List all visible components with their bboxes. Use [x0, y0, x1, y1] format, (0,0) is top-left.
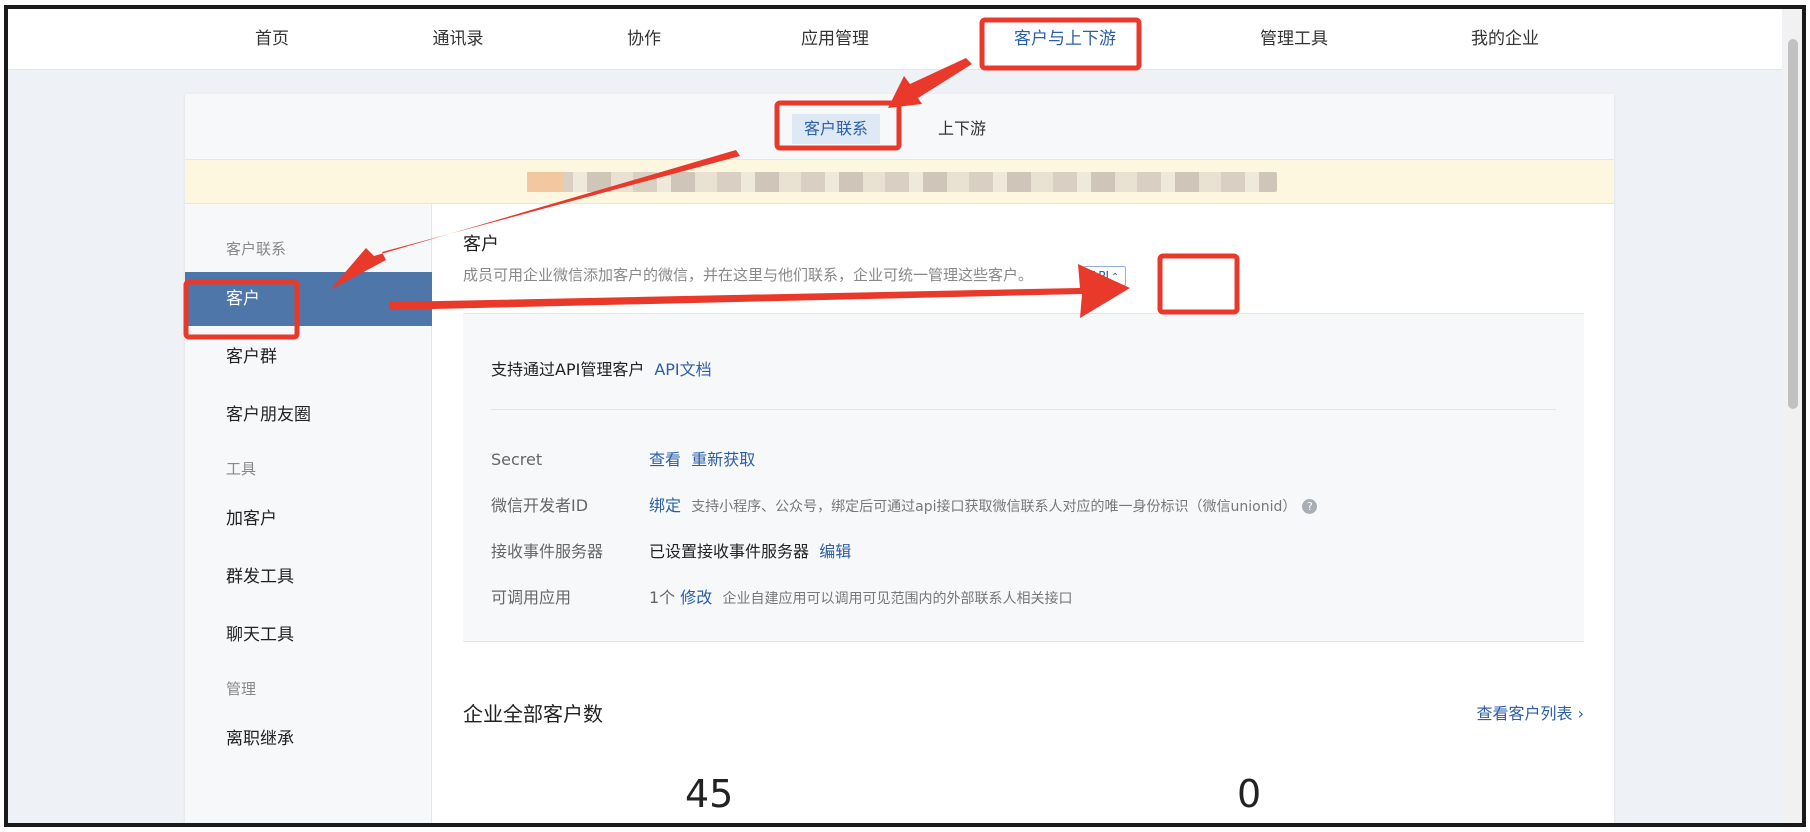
subtab-customer-contact[interactable]: 客户联系	[792, 114, 881, 144]
view-customer-list-link[interactable]: 查看客户列表 ›	[1477, 700, 1585, 724]
sidebar-item-resign-inherit[interactable]: 离职继承	[185, 712, 432, 766]
sidebar-group-title: 客户联系	[226, 240, 287, 258]
scrollbar-thumb[interactable]	[1788, 39, 1798, 409]
event-server-status: 已设置接收事件服务器	[649, 542, 810, 561]
top-nav: 首页 通讯录 协作 应用管理 客户与上下游 管理工具 我的企业	[8, 9, 1782, 70]
sidebar-item-chat-tools[interactable]: 聊天工具	[185, 608, 432, 662]
row-label: Secret	[491, 450, 543, 469]
stat-value: 0	[1237, 772, 1262, 816]
help-icon[interactable]: ?	[1302, 499, 1318, 514]
row-value: 绑定 支持小程序、公众号，绑定后可通过api接口获取微信联系人对应的唯一身份标识…	[649, 494, 1318, 519]
nav-app-management[interactable]: 应用管理	[790, 9, 880, 70]
callable-app-count: 1个	[649, 588, 676, 607]
sidebar-item-customer-moments[interactable]: 客户朋友圈	[185, 388, 432, 442]
notice-banner	[185, 160, 1614, 204]
content-area: 客户 成员可用企业微信添加客户的微信，并在这里与他们联系，企业可统一管理这些客户…	[433, 204, 1614, 823]
main-card: 客户联系 上下游 客户联系 客户 客户群 客户朋友圈 工具 加客户 群发工具 聊…	[185, 94, 1614, 823]
sub-tabs: 客户联系 上下游	[185, 94, 1614, 160]
sidebar-item-customers[interactable]: 客户	[185, 272, 432, 326]
total-customers-title: 企业全部客户数	[463, 702, 603, 726]
api-heading-text: 支持通过API管理客户	[491, 360, 645, 379]
sidebar-item-mass-send[interactable]: 群发工具	[185, 550, 432, 604]
edit-link[interactable]: 编辑	[819, 542, 851, 561]
api-badge-label: API	[1090, 269, 1109, 283]
page-title: 客户	[463, 234, 499, 255]
page-description: 成员可用企业微信添加客户的微信，并在这里与他们联系，企业可统一管理这些客户。	[463, 266, 1034, 284]
sidebar-group-title: 管理	[226, 680, 257, 698]
sidebar-item-add-customer[interactable]: 加客户	[185, 492, 432, 546]
subtab-upstream-downstream[interactable]: 上下游	[926, 114, 998, 144]
nav-my-enterprise[interactable]: 我的企业	[1457, 9, 1553, 70]
row-hint: 支持小程序、公众号，绑定后可通过api接口获取微信联系人对应的唯一身份标识（微信…	[691, 499, 1297, 515]
nav-customers-upstream[interactable]: 客户与上下游	[1000, 9, 1130, 70]
redacted-notice-text	[527, 172, 1277, 192]
left-sidebar: 客户联系 客户 客户群 客户朋友圈 工具 加客户 群发工具 聊天工具 管理 离职…	[185, 204, 432, 823]
nav-home[interactable]: 首页	[236, 9, 308, 70]
sidebar-item-customer-groups[interactable]: 客户群	[185, 330, 432, 384]
bind-link[interactable]: 绑定	[649, 496, 681, 515]
modify-link[interactable]: 修改	[680, 588, 712, 607]
stat-value: 45	[685, 772, 734, 816]
chevron-up-icon: ⌃	[1110, 272, 1120, 283]
row-label: 接收事件服务器	[491, 542, 604, 561]
row-label: 微信开发者ID	[491, 496, 589, 515]
divider	[491, 409, 1556, 410]
api-panel: 支持通过API管理客户 API文档 Secret 查看 重新获取 微信开发者ID …	[463, 314, 1584, 642]
refresh-secret-link[interactable]: 重新获取	[691, 450, 755, 469]
row-label: 可调用应用	[491, 588, 572, 607]
row-value: 1个 修改 企业自建应用可以调用可见范围内的外部联系人相关接口	[649, 586, 1072, 611]
view-secret-link[interactable]: 查看	[649, 450, 681, 469]
nav-admin-tools[interactable]: 管理工具	[1246, 9, 1342, 70]
row-value: 查看 重新获取	[649, 448, 755, 472]
sidebar-group-title: 工具	[226, 460, 257, 478]
nav-collaboration[interactable]: 协作	[608, 9, 680, 70]
row-value: 已设置接收事件服务器 编辑	[649, 540, 851, 564]
api-panel-heading: 支持通过API管理客户 API文档	[491, 356, 712, 380]
nav-contacts[interactable]: 通讯录	[413, 9, 503, 70]
api-doc-link[interactable]: API文档	[654, 360, 711, 379]
page-scrollbar[interactable]	[1784, 9, 1802, 823]
window-frame: 首页 通讯录 协作 应用管理 客户与上下游 管理工具 我的企业 客户联系 上下游…	[4, 5, 1806, 827]
api-toggle-button[interactable]: API ⌃	[1083, 266, 1127, 286]
row-hint: 企业自建应用可以调用可见范围内的外部联系人相关接口	[722, 591, 1073, 607]
